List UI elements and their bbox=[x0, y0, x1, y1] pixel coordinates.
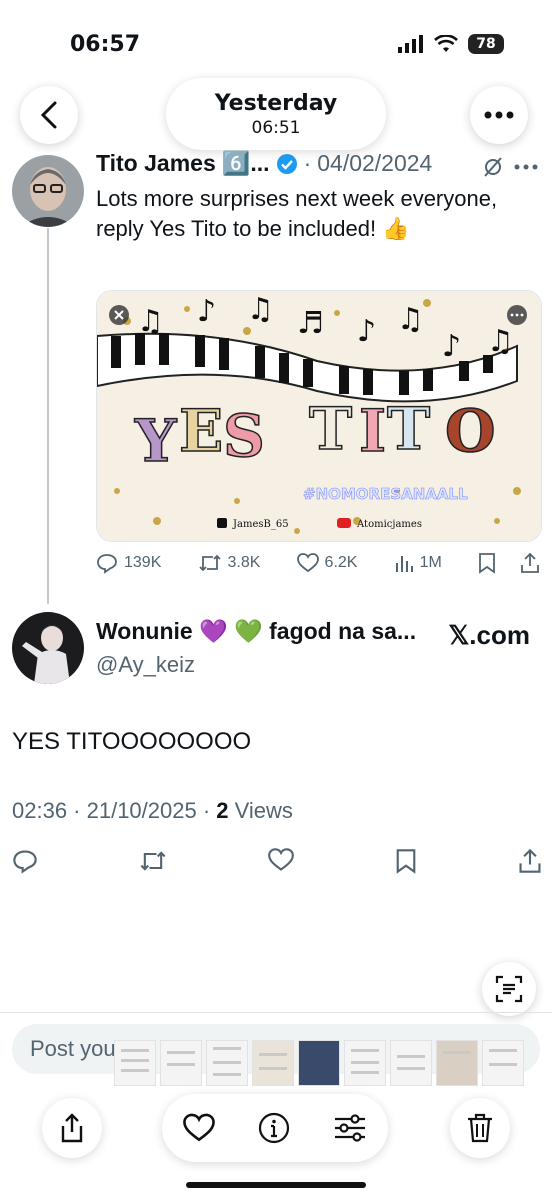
photo-thumbnail[interactable] bbox=[114, 1040, 156, 1086]
media-handle-x: JamesB_65 bbox=[232, 519, 289, 530]
more-button[interactable] bbox=[470, 86, 528, 144]
tweet1-actions: 139K 3.8K 6.2K 1M bbox=[96, 552, 540, 574]
grok-icon[interactable] bbox=[482, 156, 504, 178]
tweet2-text: YES TITOOOOOOOO bbox=[12, 728, 252, 755]
verified-icon bbox=[276, 153, 297, 174]
wifi-icon bbox=[434, 35, 458, 52]
heart-icon[interactable] bbox=[268, 848, 294, 872]
photo-actions-pill bbox=[162, 1094, 388, 1162]
bar-chart-icon bbox=[395, 556, 413, 572]
svg-text:♫: ♫ bbox=[247, 292, 274, 327]
svg-text:♫: ♫ bbox=[397, 302, 424, 337]
tweet1-author-name[interactable]: Tito James bbox=[96, 150, 216, 177]
trash-icon bbox=[468, 1113, 492, 1143]
tweet2-actions bbox=[12, 848, 542, 874]
media-hashtag: #NOMORESANAALL bbox=[303, 485, 468, 503]
tweet2-author-name[interactable]: Wonunie 💜 💚 fagod na sa... bbox=[96, 618, 416, 645]
photo-thumbnail[interactable] bbox=[390, 1040, 432, 1086]
tweet2-meta: 02:36 · 21/10/2025 · 2 Views bbox=[12, 798, 293, 824]
svg-text:♫: ♫ bbox=[137, 304, 164, 339]
svg-text:♪: ♪ bbox=[197, 294, 216, 329]
photo-thumbnail[interactable] bbox=[252, 1040, 294, 1086]
repost-count: 3.8K bbox=[227, 554, 261, 571]
view-count: 1M bbox=[419, 554, 442, 571]
reply-button[interactable]: 139K bbox=[96, 552, 161, 574]
repost-icon[interactable] bbox=[139, 848, 167, 874]
status-time: 06:57 bbox=[70, 32, 141, 57]
home-indicator bbox=[186, 1182, 366, 1188]
svg-text:S: S bbox=[223, 402, 265, 470]
svg-text:T: T bbox=[309, 395, 352, 463]
reply-count: 139K bbox=[124, 554, 162, 571]
date-label: Yesterday bbox=[214, 91, 338, 116]
tweet2-views-count: 2 bbox=[216, 798, 229, 823]
reply-icon bbox=[97, 554, 117, 574]
time-label: 06:51 bbox=[251, 118, 301, 138]
signal-icon bbox=[398, 35, 423, 53]
photo-thumbnail-strip[interactable] bbox=[114, 1040, 524, 1086]
bookmark-icon[interactable] bbox=[395, 848, 417, 874]
svg-text:E: E bbox=[179, 397, 223, 465]
photo-thumbnail[interactable] bbox=[436, 1040, 478, 1086]
svg-text:♫: ♫ bbox=[487, 324, 514, 359]
tweet2-time-date: 02:36 · 21/10/2025 · bbox=[12, 798, 217, 823]
adjust-icon[interactable] bbox=[333, 1114, 367, 1142]
repost-icon bbox=[198, 554, 221, 572]
live-text-icon bbox=[495, 975, 523, 1003]
avatar-tito[interactable] bbox=[12, 155, 84, 227]
tweet2-handle[interactable]: @Ay_keiz bbox=[96, 652, 195, 678]
svg-text:♬: ♬ bbox=[297, 306, 324, 341]
heart-icon[interactable] bbox=[183, 1113, 216, 1143]
more-dots-icon bbox=[484, 111, 514, 119]
photo-thumbnail[interactable] bbox=[206, 1040, 248, 1086]
bookmark-icon[interactable] bbox=[478, 552, 496, 574]
tweet1-media-image[interactable]: ♫ ♪ ♫ ♬ ♪ ♫ ♪ ♫ Y E S T I T O #NOMORESANAALL … bbox=[96, 290, 542, 542]
like-count: 6.2K bbox=[324, 554, 358, 571]
svg-text:♪: ♪ bbox=[357, 314, 376, 349]
photo-thumbnail[interactable] bbox=[482, 1040, 524, 1086]
info-icon[interactable] bbox=[258, 1112, 290, 1144]
tweet1-more-icon[interactable] bbox=[514, 164, 538, 170]
svg-text:O: O bbox=[445, 397, 496, 465]
avatar-wonunie[interactable] bbox=[12, 612, 84, 684]
svg-text:♪: ♪ bbox=[442, 329, 461, 364]
tweet1-right-actions bbox=[478, 552, 540, 574]
back-button[interactable] bbox=[20, 86, 78, 144]
photo-thumbnail[interactable] bbox=[160, 1040, 202, 1086]
chevron-left-icon bbox=[40, 101, 57, 129]
battery-indicator: 78 bbox=[468, 34, 504, 54]
media-handle-yt: Atomicjames bbox=[356, 519, 422, 530]
status-icons: 78 bbox=[398, 34, 504, 54]
tweet2-views-label: Views bbox=[234, 798, 293, 823]
photo-date-pill: Yesterday 06:51 bbox=[166, 78, 386, 150]
svg-text:I: I bbox=[359, 397, 386, 465]
delete-button[interactable] bbox=[450, 1098, 510, 1158]
views-button[interactable]: 1M bbox=[394, 553, 442, 573]
reply-icon[interactable] bbox=[12, 848, 38, 874]
tweet1-date: 04/02/2024 bbox=[317, 150, 433, 176]
tweet1-name-badge: 6️⃣... bbox=[221, 150, 270, 176]
share-icon[interactable] bbox=[518, 848, 542, 874]
photo-thumbnail[interactable] bbox=[344, 1040, 386, 1086]
reply-placeholder: Post you bbox=[30, 1036, 116, 1061]
thread-line bbox=[47, 228, 49, 604]
divider bbox=[0, 1012, 552, 1013]
tweet1-text: Lots more surprises next week everyone, … bbox=[96, 186, 498, 241]
share-icon bbox=[61, 1113, 83, 1143]
share-icon[interactable] bbox=[520, 552, 540, 574]
heart-icon bbox=[296, 553, 319, 573]
tweet1-header: Tito James 6️⃣... · 04/02/2024 bbox=[96, 150, 433, 177]
live-text-button[interactable] bbox=[482, 962, 536, 1016]
x-com-watermark: 𝕏.com bbox=[448, 620, 530, 650]
svg-text:Y: Y bbox=[134, 407, 177, 475]
like-button[interactable]: 6.2K bbox=[296, 553, 358, 573]
photo-thumbnail[interactable] bbox=[298, 1040, 340, 1086]
repost-button[interactable]: 3.8K bbox=[198, 552, 261, 574]
svg-text:T: T bbox=[387, 395, 430, 463]
share-button[interactable] bbox=[42, 1098, 102, 1158]
